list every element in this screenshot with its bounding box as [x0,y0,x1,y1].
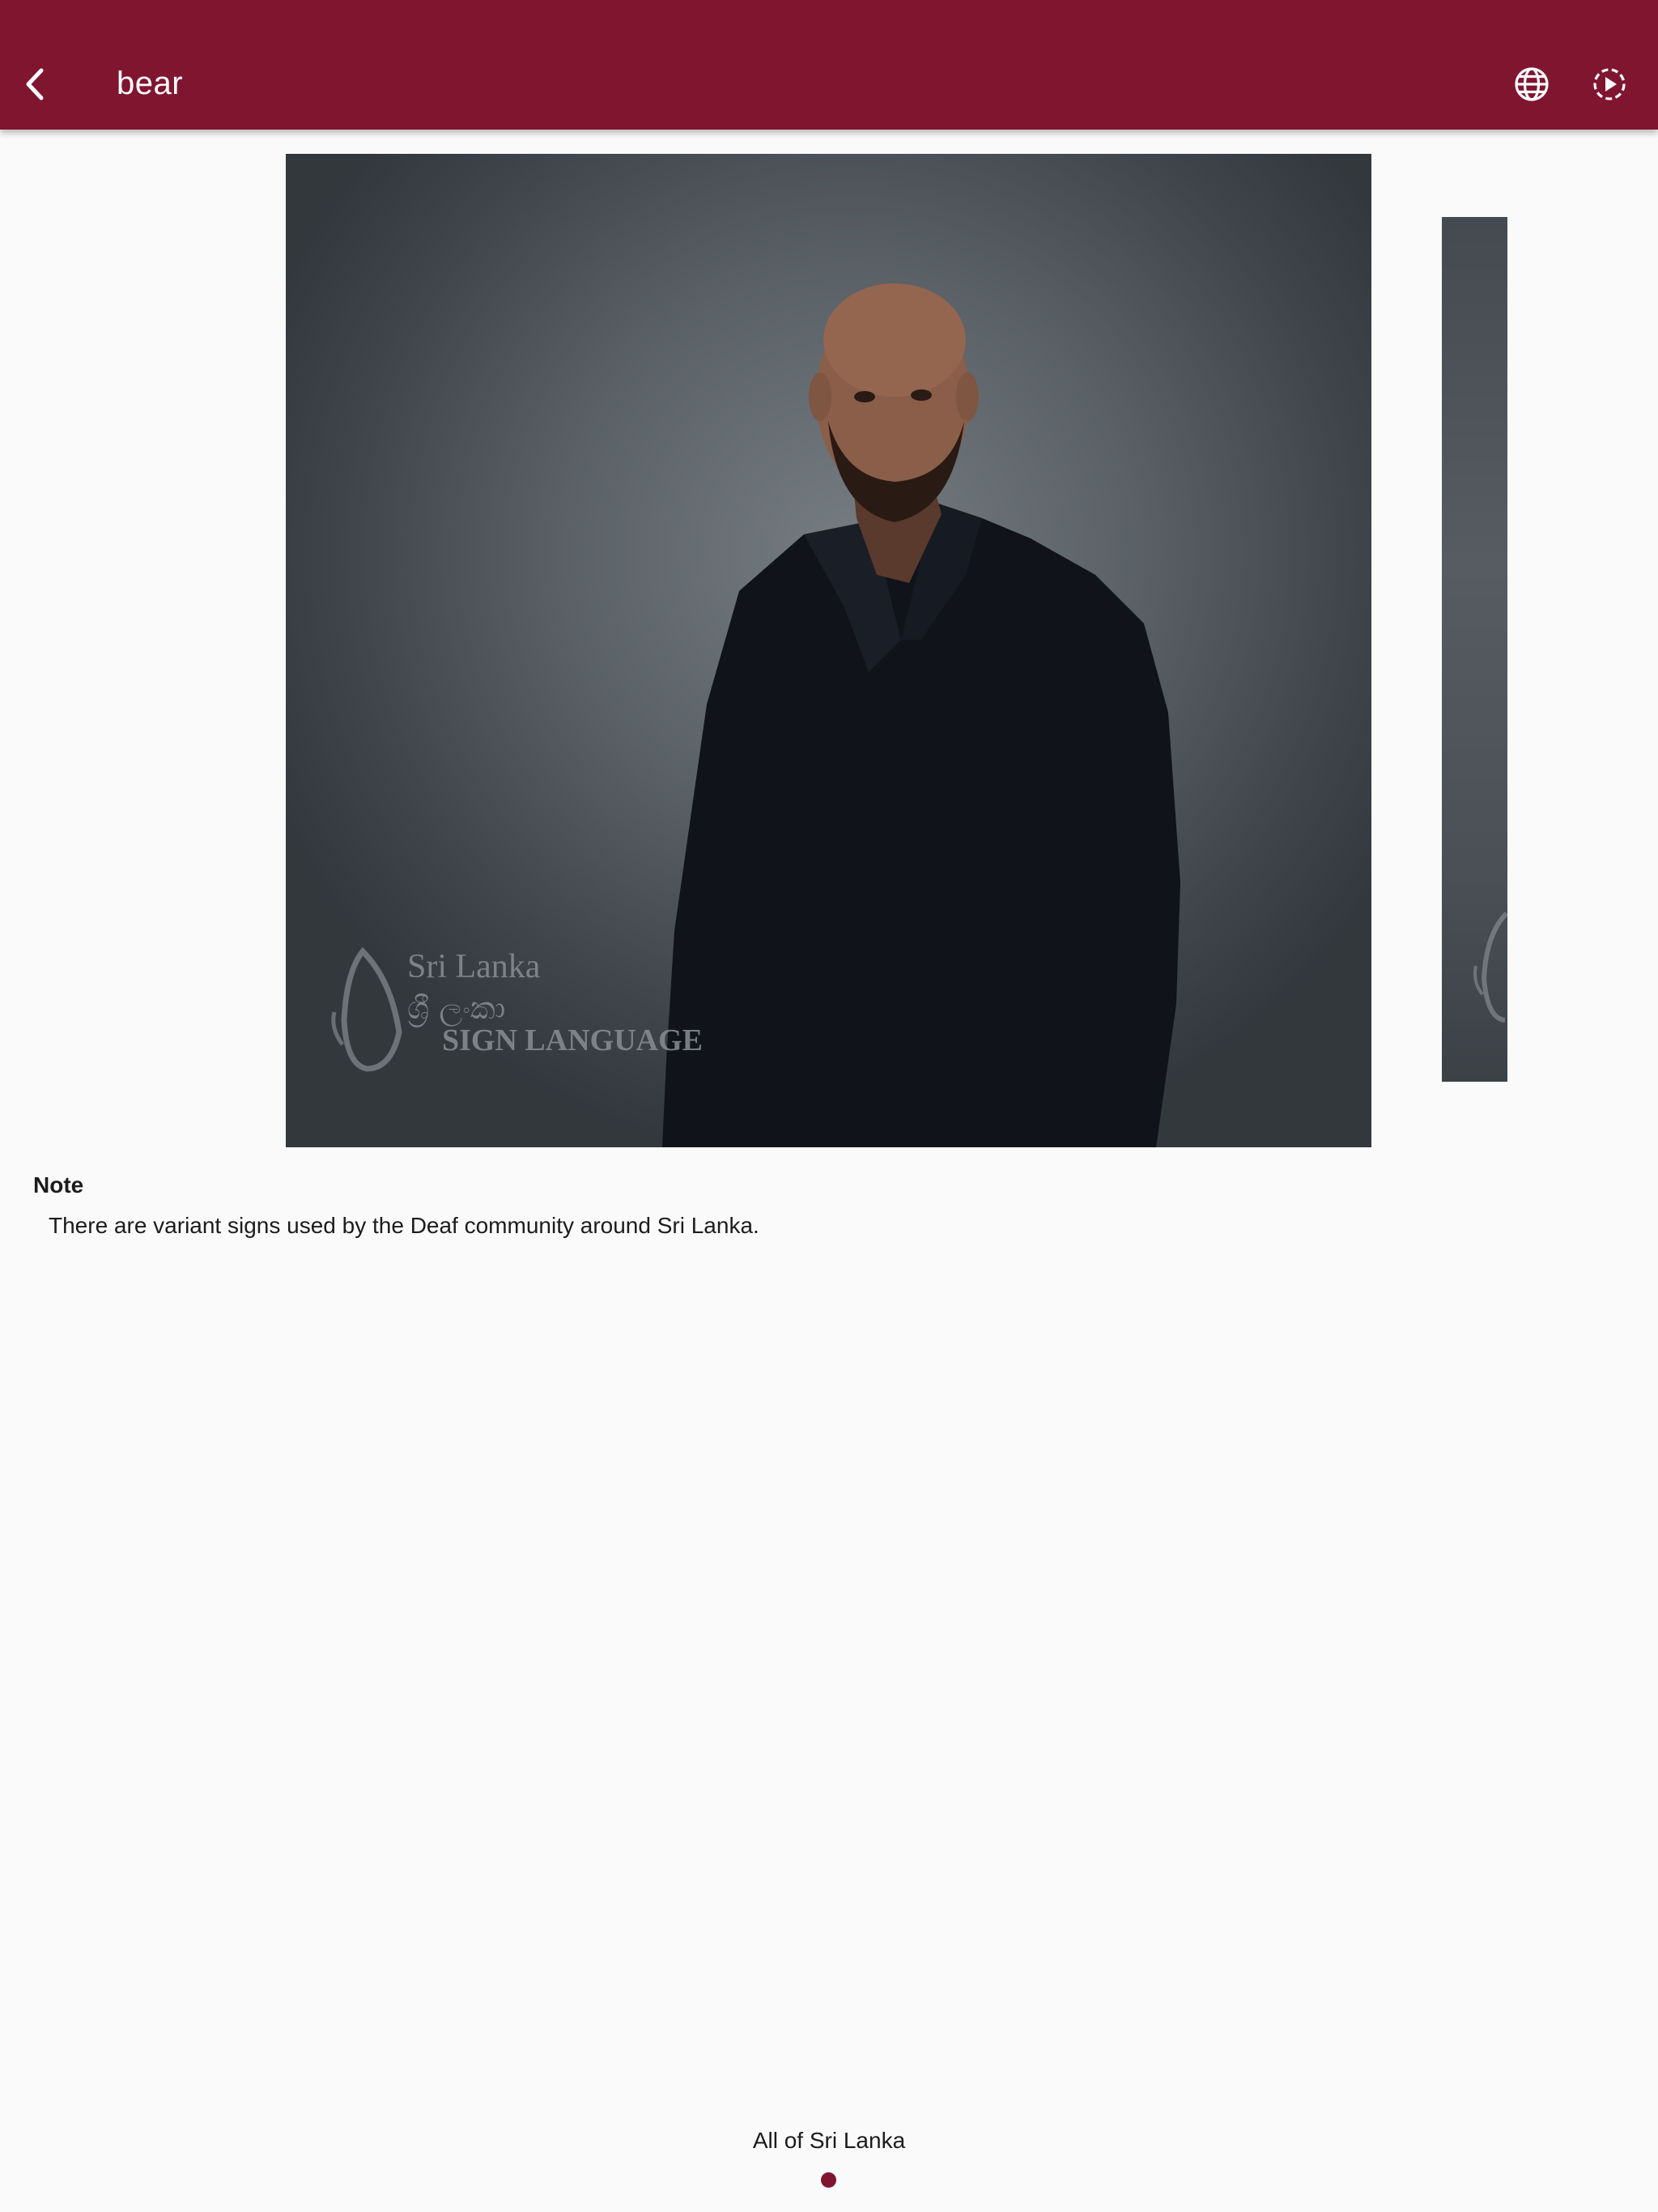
globe-icon [1515,67,1549,101]
language-button[interactable] [1507,60,1556,108]
note-heading: Note [33,1172,84,1197]
watermark-title: Sri Lanka [407,948,541,985]
region-label: All of Sri Lanka [752,2128,906,2153]
sign-video-main[interactable]: Sri Lanka ශ්‍රී ලංකා SIGN LANGUAGE [286,154,1371,1147]
app-bar: bear [0,0,1658,130]
watermark-logo-partial [1473,911,1507,1023]
signer-figure: Sri Lanka ශ්‍රී ලංකා SIGN LANGUAGE [331,283,1180,1147]
watermark-sinhala: ශ්‍රී ලංකා [407,990,505,1027]
autoplay-button[interactable] [1585,60,1634,108]
back-button[interactable] [11,55,60,113]
page-indicator-dot[interactable] [821,2172,836,2188]
back-chevron-icon [26,68,44,100]
watermark-sign-language: SIGN LANGUAGE [442,1023,703,1057]
page-title: bear [117,66,184,101]
note-text: There are variant signs used by the Deaf… [49,1213,759,1238]
sign-video-next[interactable] [1442,217,1507,1082]
play-circle-icon [1593,68,1626,100]
